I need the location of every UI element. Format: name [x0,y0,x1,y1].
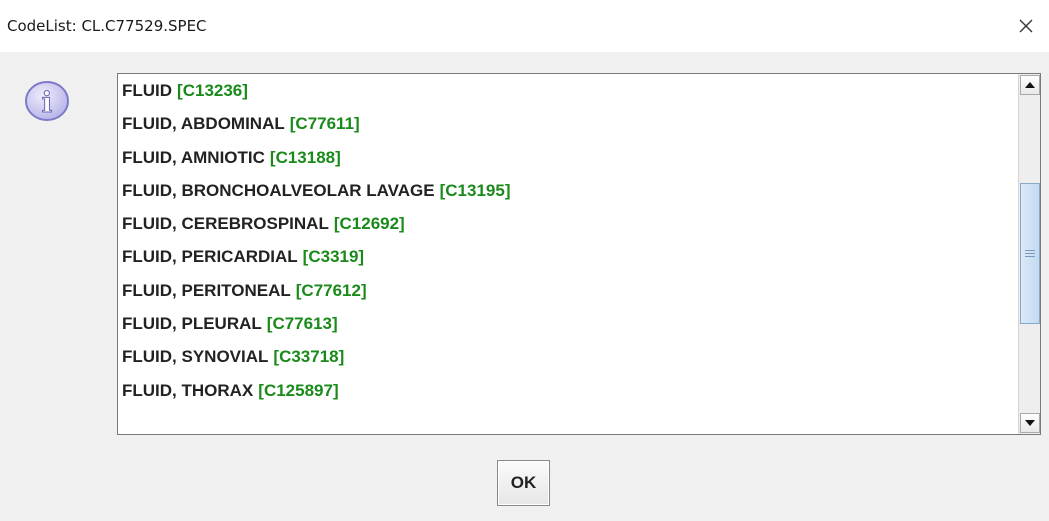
code-list[interactable]: FLUID [C13236] FLUID, ABDOMINAL [C77611] FLU… [118,74,1018,434]
term-name: FLUID, SYNOVIAL [122,347,269,367]
code-list-box[interactable]: FLUID [C13236] FLUID, ABDOMINAL [C77611] FLU… [117,73,1041,435]
term-code: [C13188] [269,147,341,167]
term-name: FLUID, PLEURAL [122,314,262,334]
list-item[interactable]: FLUID, ABDOMINAL [C77611] [118,107,1018,140]
term-code: [C3319] [302,247,365,267]
list-item[interactable]: FLUID, CEREBROSPINAL [C12692] [118,207,1018,240]
grip-icon [1025,250,1035,257]
window-title: CodeList: CL.C77529.SPEC [7,17,207,35]
list-item[interactable]: FLUID [C13236] [118,74,1018,107]
term-name: FLUID, ABDOMINAL [122,114,285,134]
term-code: [C77613] [266,314,338,334]
list-item[interactable]: FLUID, BRONCHOALVEOLAR LAVAGE [C13195] [118,174,1018,207]
list-item[interactable]: FLUID, PLEURAL [C77613] [118,307,1018,340]
term-code: [C12692] [333,214,405,234]
term-code: [C125897] [258,380,339,400]
arrow-up-icon [1025,82,1035,88]
list-item[interactable]: FLUID, AMNIOTIC [C13188] [118,141,1018,174]
scroll-down-button[interactable] [1020,413,1040,433]
title-bar: CodeList: CL.C77529.SPEC [0,0,1049,52]
term-name: FLUID, THORAX [122,380,254,400]
list-item[interactable]: FLUID, PERICARDIAL [C3319] [118,240,1018,273]
term-name: FLUID [122,81,173,100]
list-item[interactable]: FLUID, SYNOVIAL [C33718] [118,340,1018,373]
vertical-scrollbar[interactable] [1018,74,1040,434]
scroll-thumb[interactable] [1020,183,1040,324]
term-code: [C13195] [439,180,511,200]
term-code: [C77611] [289,114,360,134]
codelist-dialog: CodeList: CL.C77529.SPEC i FLUID [C13236]… [0,0,1049,521]
svg-text:i: i [42,86,53,119]
term-name: FLUID, PERICARDIAL [122,247,298,267]
term-name: FLUID, BRONCHOALVEOLAR LAVAGE [122,180,435,200]
close-button[interactable] [1003,0,1049,52]
ok-button[interactable]: OK [497,460,550,506]
info-icon: i [23,78,71,126]
term-name: FLUID, CEREBROSPINAL [122,214,329,234]
term-code: [C13236] [177,81,248,100]
term-code: [C77612] [295,280,367,300]
term-name: FLUID, PERITONEAL [122,280,291,300]
scroll-up-button[interactable] [1020,75,1040,95]
close-icon [1019,19,1033,33]
term-name: FLUID, AMNIOTIC [122,147,265,167]
list-item[interactable]: FLUID, THORAX [C125897] [118,374,1018,407]
arrow-down-icon [1025,420,1035,426]
term-code: [C33718] [273,347,345,367]
list-item[interactable]: FLUID, PERITONEAL [C77612] [118,274,1018,307]
